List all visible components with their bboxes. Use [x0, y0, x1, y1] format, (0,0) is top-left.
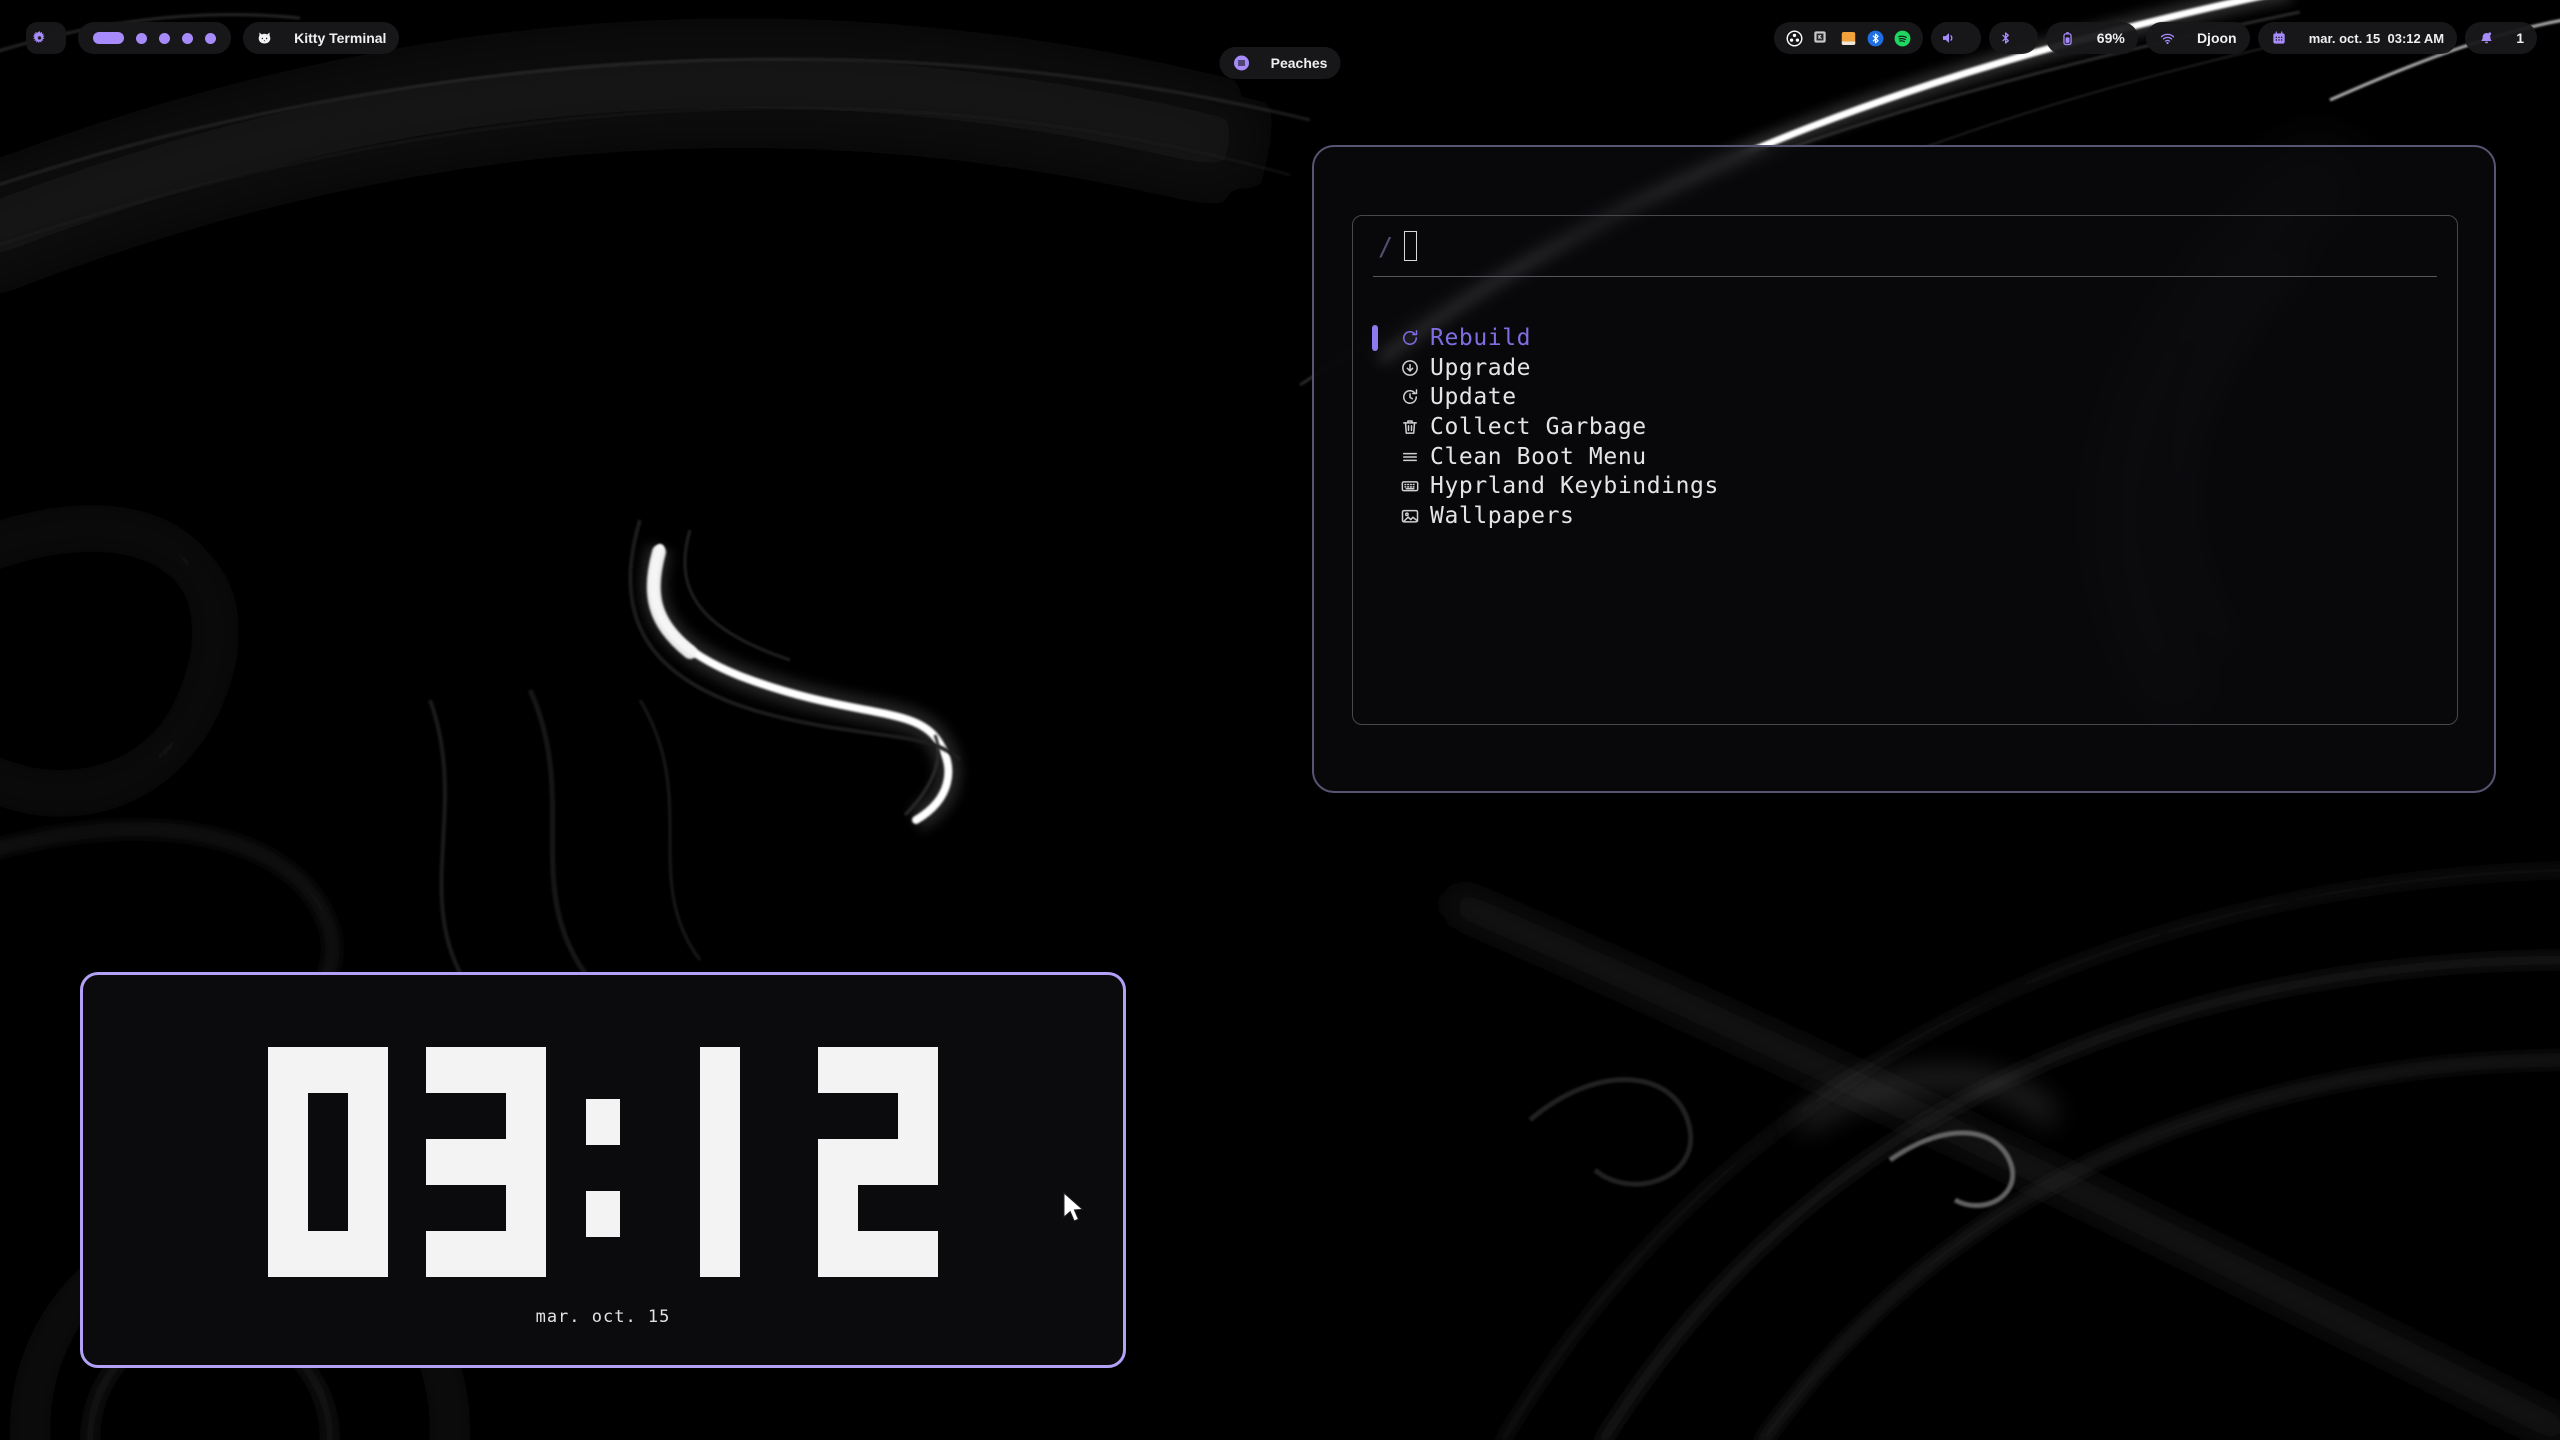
launcher-item-label: Hyprland Keybindings	[1430, 473, 1719, 499]
clock-widget: mar. oct. 15	[80, 972, 1126, 1368]
files-tray-icon[interactable]	[1839, 29, 1858, 48]
launcher-item-label: Collect Garbage	[1430, 414, 1647, 440]
launcher-item-clean-boot-menu[interactable]: Clean Boot Menu	[1353, 442, 2457, 472]
network-name: Djoon	[2197, 30, 2237, 46]
active-window-pill: Kitty Terminal	[243, 22, 399, 54]
workspace-dot-3[interactable]	[159, 33, 170, 44]
launcher-item-label: Clean Boot Menu	[1430, 444, 1647, 470]
launcher-item-hyprland-keybindings[interactable]: Hyprland Keybindings	[1353, 471, 2457, 501]
launcher-item-update[interactable]: Update	[1353, 382, 2457, 412]
battery-percent: 69%	[2097, 30, 2125, 46]
spotify-tray-icon[interactable]	[1893, 29, 1912, 48]
speaker-icon	[1940, 0, 1971, 79]
clock-digit-1	[660, 1047, 780, 1277]
clock-digit-3	[426, 1047, 546, 1277]
battery-pill[interactable]: 69%	[2046, 22, 2138, 54]
search-input[interactable]: /	[1353, 216, 2457, 276]
datetime-pill[interactable]: mar. oct. 15 03:12 AM	[2258, 22, 2457, 54]
launcher-item-label: Upgrade	[1430, 355, 1531, 381]
gear-flower-icon	[30, 0, 61, 80]
launcher-item-label: Rebuild	[1430, 325, 1531, 351]
launcher-item-rebuild[interactable]: Rebuild	[1353, 323, 2457, 353]
datetime-text: mar. oct. 15 03:12 AM	[2309, 31, 2444, 46]
launcher-item-label: Wallpapers	[1430, 503, 1574, 529]
clock-digit-2	[818, 1047, 938, 1277]
notifications-pill[interactable]: 1	[2465, 22, 2537, 54]
workspace-dot-4[interactable]	[182, 33, 193, 44]
system-tray	[1774, 22, 1923, 54]
clock-date: mar. oct. 15	[83, 1307, 1123, 1327]
network-pill[interactable]: Djoon	[2146, 22, 2250, 54]
bell-icon	[2478, 0, 2509, 79]
keyboard-icon	[1400, 476, 1420, 496]
top-bar-left: Kitty Terminal	[26, 22, 399, 54]
calendar-icon	[2271, 0, 2302, 78]
clock-time	[83, 1047, 1123, 1277]
workspace-dot-2[interactable]	[136, 33, 147, 44]
mouse-cursor	[1062, 1192, 1088, 1224]
keepassxc-tray-icon[interactable]	[1812, 29, 1831, 48]
cat-icon	[256, 0, 287, 79]
text-cursor	[1404, 231, 1417, 261]
launcher-item-wallpapers[interactable]: Wallpapers	[1353, 501, 2457, 531]
menu-lines-icon	[1400, 447, 1420, 467]
battery-icon	[2059, 0, 2090, 79]
launcher-item-label: Update	[1430, 384, 1517, 410]
launcher-search-box: / Rebuild Upgrade Update Collect Garbage Cle…	[1352, 215, 2458, 725]
launcher-panel: / Rebuild Upgrade Update Collect Garbage Cle…	[1312, 145, 2496, 793]
wifi-icon	[2159, 0, 2190, 79]
workspace-active-1[interactable]	[93, 32, 124, 44]
clock-refresh-icon	[1400, 387, 1420, 407]
notification-count: 1	[2516, 30, 2524, 46]
obs-tray-icon[interactable]	[1785, 29, 1804, 48]
volume-pill[interactable]	[1931, 22, 1980, 54]
launcher-item-upgrade[interactable]: Upgrade	[1353, 353, 2457, 383]
selection-indicator	[1372, 325, 1378, 351]
top-bar-center: Peaches	[1220, 22, 1341, 79]
launcher-item-list: Rebuild Upgrade Update Collect Garbage Clean…	[1353, 323, 2457, 531]
media-label: Peaches	[1271, 55, 1328, 71]
launcher-item-collect-garbage[interactable]: Collect Garbage	[1353, 412, 2457, 442]
media-pill[interactable]: Peaches	[1220, 47, 1341, 79]
launcher-button[interactable]	[26, 22, 66, 54]
image-icon	[1400, 506, 1420, 526]
search-prompt: /	[1378, 232, 1393, 261]
clock-colon	[584, 1047, 622, 1277]
top-bar-right: 69% Djoon mar. oct. 15 03:12 AM 1	[1774, 22, 2537, 54]
trash-icon	[1400, 417, 1420, 437]
rotate-cw-icon	[1400, 328, 1420, 348]
window-title: Kitty Terminal	[294, 30, 386, 46]
clock-digit-0	[268, 1047, 388, 1277]
media-player-icon	[1233, 22, 1264, 104]
bluetooth-pill[interactable]	[1989, 22, 2038, 54]
search-separator	[1373, 276, 2437, 277]
bluetooth-icon	[1998, 0, 2029, 78]
bluetooth-tray-icon[interactable]	[1866, 29, 1885, 48]
workspaces-indicator[interactable]	[78, 22, 231, 54]
circle-arrow-down-icon	[1400, 358, 1420, 378]
workspace-dot-5[interactable]	[205, 33, 216, 44]
